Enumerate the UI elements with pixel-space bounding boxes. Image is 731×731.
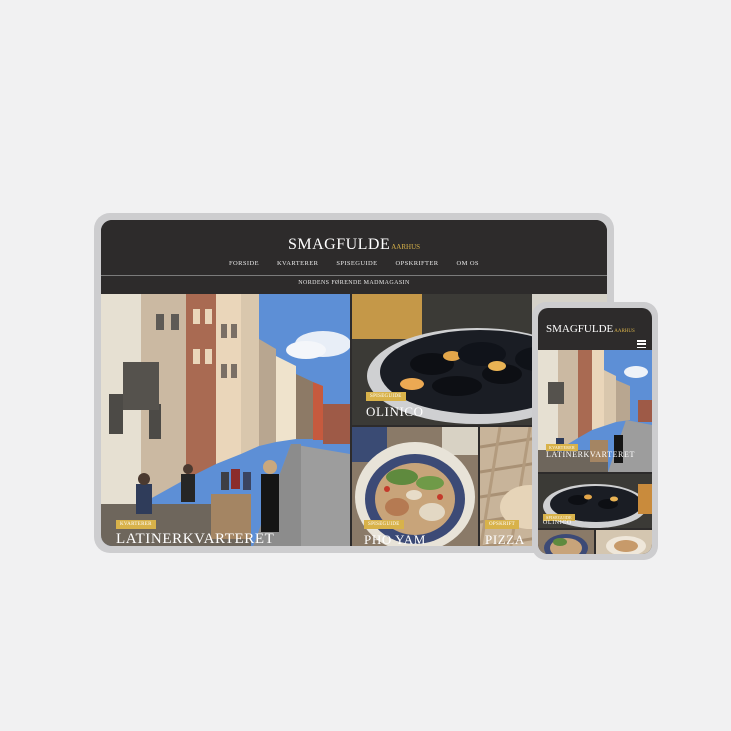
pizza-title: PIZZA — [485, 532, 525, 546]
phone-latin-title: LATINERKVARTERET — [546, 450, 635, 459]
phone-device-frame: SMAGFULDEAARHUS KVARTERER LATINERKVARTER… — [532, 302, 658, 560]
hamburger-menu-icon[interactable] — [637, 340, 646, 349]
olinico-badge: SPISEGUIDE — [366, 392, 406, 401]
site-tagline: NORDENS FØRENDE MADMAGASIN — [298, 280, 410, 286]
nav-item-forside[interactable]: FORSIDE — [229, 260, 259, 267]
nav-item-opskrifter[interactable]: OPSKRIFTER — [396, 260, 439, 267]
tile-latinerkvarteret[interactable]: KVARTERER LATINERKVARTERET — [101, 294, 350, 546]
phone-olinico-title: OLINICO — [543, 520, 572, 526]
nav-item-om-os[interactable]: OM OS — [457, 260, 479, 267]
nav-item-spiseguide[interactable]: SPISEGUIDE — [336, 260, 377, 267]
site-header: SMAGFULDEAARHUS FORSIDE KVARTERER SPISEG… — [101, 220, 607, 294]
pizza-badge: OPSKRIFT — [485, 520, 520, 529]
main-nav: FORSIDE KVARTERER SPISEGUIDE OPSKRIFTER … — [101, 260, 607, 267]
latin-badge: KVARTERER — [116, 520, 156, 529]
pho-badge: SPISEGUIDE — [364, 520, 404, 529]
phone-logo-main: SMAGFULDE — [546, 323, 614, 335]
phone-dish-photo — [596, 530, 652, 554]
olinico-title: OLINICO — [366, 404, 424, 419]
tile-pho-yam[interactable]: SPISEGUIDE PHO YAM — [352, 427, 478, 546]
logo-city: AARHUS — [391, 243, 421, 251]
site-logo[interactable]: SMAGFULDEAARHUS — [101, 236, 607, 254]
phone-tile-latinerkvarteret[interactable]: KVARTERER LATINERKVARTERET — [538, 350, 652, 472]
street-photo — [101, 294, 350, 546]
phone-pho-photo — [538, 530, 594, 554]
phone-logo[interactable]: SMAGFULDEAARHUS — [546, 319, 635, 337]
header-divider — [101, 275, 607, 276]
phone-screen: SMAGFULDEAARHUS KVARTERER LATINERKVARTER… — [538, 308, 652, 554]
latin-title: LATINERKVARTERET — [116, 531, 275, 546]
pho-title: PHO YAM — [364, 532, 426, 546]
phone-tile-dish[interactable] — [596, 530, 652, 554]
phone-logo-city: AARHUS — [614, 329, 635, 334]
phone-tile-pho[interactable] — [538, 530, 594, 554]
logo-main: SMAGFULDE — [287, 236, 391, 253]
phone-tile-olinico[interactable]: SPISEGUIDE OLINICO — [538, 474, 652, 528]
nav-item-kvarterer[interactable]: KVARTERER — [277, 260, 318, 267]
